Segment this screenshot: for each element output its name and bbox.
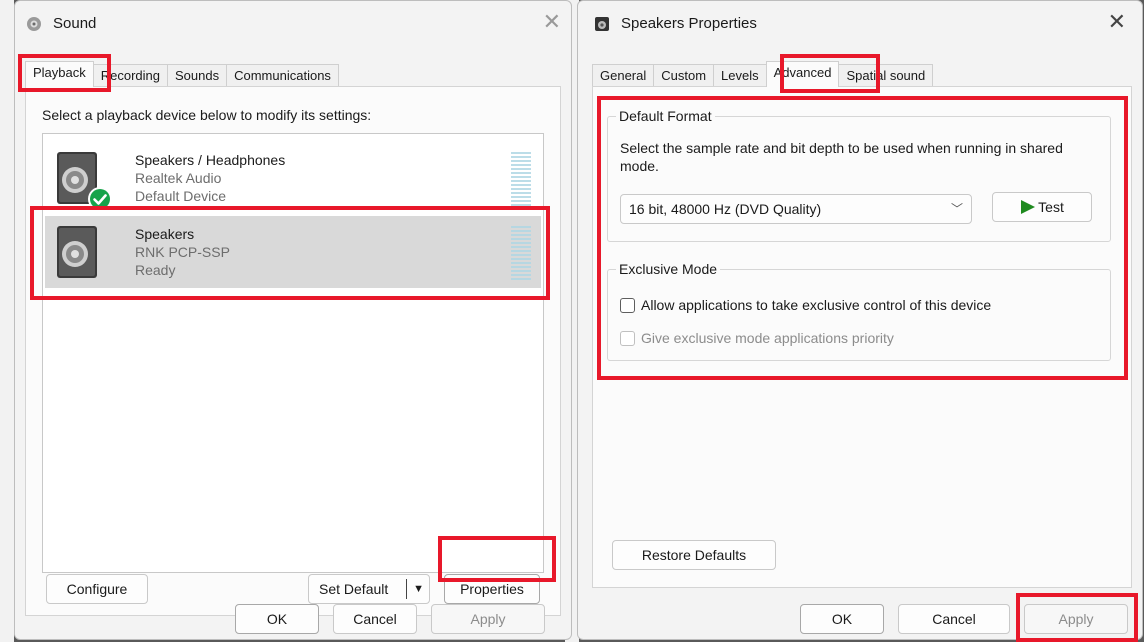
split-divider xyxy=(406,579,407,599)
tab-levels[interactable]: Levels xyxy=(713,64,767,87)
chevron-down-icon: ﹀ xyxy=(950,202,963,216)
default-format-description: Select the sample rate and bit depth to … xyxy=(620,140,1063,174)
tab-sounds[interactable]: Sounds xyxy=(167,64,228,87)
sample-rate-dropdown[interactable]: 16 bit, 48000 Hz (DVD Quality) ﹀ xyxy=(620,194,972,224)
tab-playback[interactable]: Playback xyxy=(25,61,94,87)
tab-advanced[interactable]: Advanced xyxy=(765,61,840,87)
exclusive-mode-label: Exclusive Mode xyxy=(616,261,721,277)
advanced-panel: Default Format Select the sample rate an… xyxy=(592,86,1132,588)
props-tabs: General Custom Levels Advanced Spatial s… xyxy=(592,61,934,87)
tab-recording[interactable]: Recording xyxy=(92,64,169,87)
sound-app-icon xyxy=(27,17,41,31)
device-speakers[interactable]: Speakers RNK PCP-SSP Ready xyxy=(45,216,541,288)
props-close-icon[interactable]: ✕ xyxy=(1108,11,1126,33)
sound-titlebar: Sound ✕ xyxy=(15,1,571,49)
restore-defaults-button[interactable]: Restore Defaults xyxy=(612,540,776,570)
sound-close-icon[interactable]: ✕ xyxy=(543,11,561,33)
play-icon xyxy=(1021,200,1036,214)
speaker-icon xyxy=(57,226,97,278)
allow-exclusive-label: Allow applications to take exclusive con… xyxy=(641,297,992,313)
background-left xyxy=(0,0,14,642)
test-button[interactable]: Test xyxy=(992,192,1092,222)
device-status: Ready xyxy=(135,262,176,278)
speakers-properties-window: Speakers Properties ✕ General Custom Lev… xyxy=(577,0,1143,640)
sound-ok-button[interactable]: OK xyxy=(235,604,319,634)
tab-general[interactable]: General xyxy=(592,64,655,87)
sound-window: Sound ✕ Playback Recording Sounds Commun… xyxy=(14,0,572,640)
dropdown-arrow-icon[interactable]: ▼ xyxy=(413,583,424,595)
props-apply-button[interactable]: Apply xyxy=(1024,604,1128,634)
device-driver: Realtek Audio xyxy=(135,170,222,186)
sound-apply-button[interactable]: Apply xyxy=(431,604,545,634)
device-name: Speakers / Headphones xyxy=(135,152,286,168)
tab-custom[interactable]: Custom xyxy=(653,64,715,87)
device-list[interactable]: Speakers / Headphones Realtek Audio Defa… xyxy=(42,133,544,573)
sound-cancel-button[interactable]: Cancel xyxy=(333,604,417,634)
level-meter xyxy=(511,226,531,280)
priority-checkbox[interactable] xyxy=(620,330,635,346)
screen: Sound ✕ Playback Recording Sounds Commun… xyxy=(0,0,1144,642)
priority-label: Give exclusive mode applications priorit… xyxy=(641,330,894,346)
configure-button[interactable]: Configure xyxy=(46,574,148,604)
tab-communications[interactable]: Communications xyxy=(226,64,339,87)
properties-button[interactable]: Properties xyxy=(444,574,540,604)
sample-rate-selected: 16 bit, 48000 Hz (DVD Quality) xyxy=(629,201,822,217)
speaker-app-icon xyxy=(595,17,609,31)
allow-exclusive-checkbox-row[interactable]: Allow applications to take exclusive con… xyxy=(620,297,991,313)
test-label: Test xyxy=(1038,199,1064,215)
device-driver: RNK PCP-SSP xyxy=(135,244,230,260)
playback-panel: Select a playback device below to modify… xyxy=(25,86,561,616)
set-default-button[interactable]: Set Default ▼ xyxy=(308,574,430,604)
playback-instruction: Select a playback device below to modify… xyxy=(42,107,372,123)
exclusive-mode-group: Exclusive Mode Allow applications to tak… xyxy=(607,261,1111,361)
tab-spatial-sound[interactable]: Spatial sound xyxy=(838,64,934,87)
device-speakers-headphones[interactable]: Speakers / Headphones Realtek Audio Defa… xyxy=(45,142,541,214)
priority-checkbox-row[interactable]: Give exclusive mode applications priorit… xyxy=(620,330,894,346)
default-format-group: Default Format Select the sample rate an… xyxy=(607,108,1111,242)
device-status: Default Device xyxy=(135,188,227,204)
props-ok-button[interactable]: OK xyxy=(800,604,884,634)
sound-tabs: Playback Recording Sounds Communications xyxy=(25,61,339,87)
props-cancel-button[interactable]: Cancel xyxy=(898,604,1010,634)
device-name: Speakers xyxy=(135,226,195,242)
props-titlebar: Speakers Properties ✕ xyxy=(578,1,1142,49)
set-default-label: Set Default xyxy=(319,581,389,597)
level-meter xyxy=(511,152,531,206)
default-check-icon xyxy=(88,187,112,211)
props-window-title: Speakers Properties xyxy=(621,15,757,32)
sound-window-title: Sound xyxy=(53,15,97,32)
allow-exclusive-checkbox[interactable] xyxy=(620,297,635,313)
default-format-label: Default Format xyxy=(616,108,715,124)
